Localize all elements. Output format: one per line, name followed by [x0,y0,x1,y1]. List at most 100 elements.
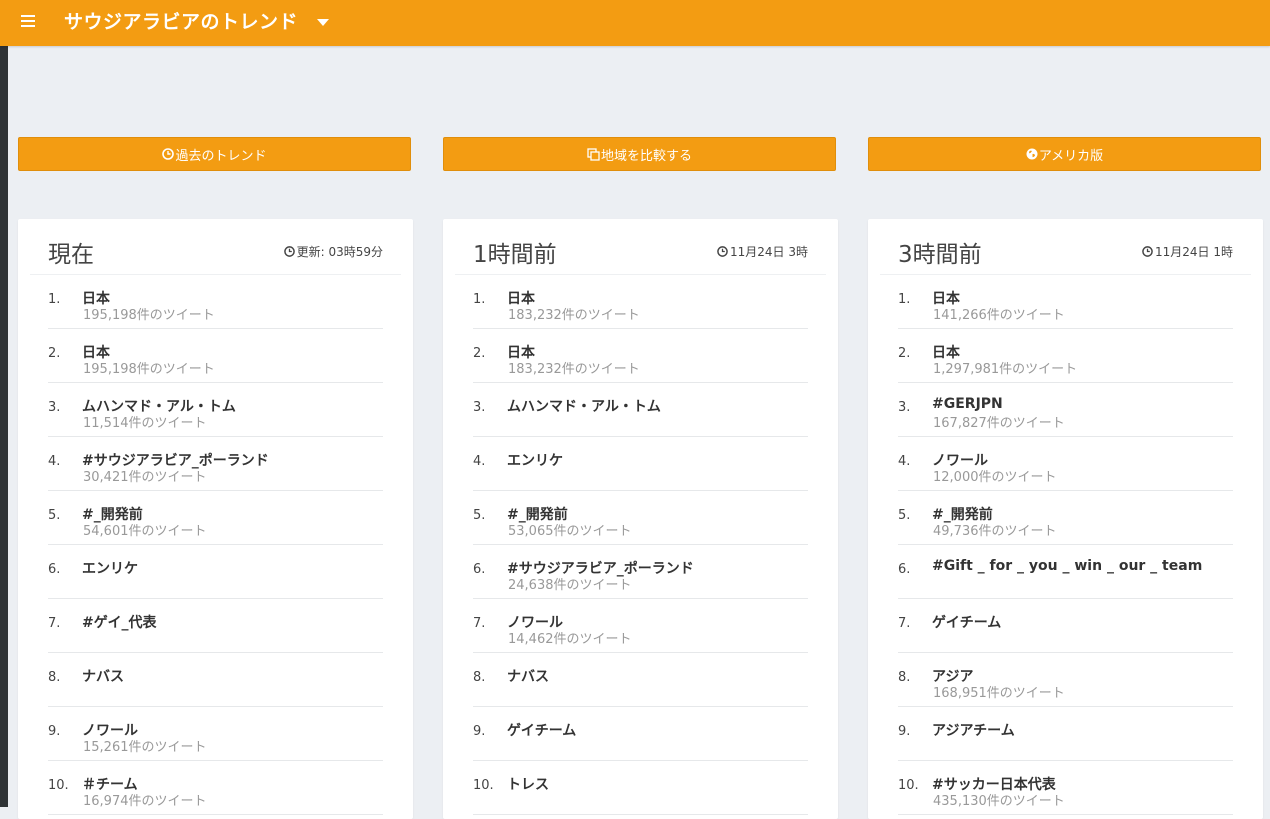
trend-rank: 6. [48,562,61,577]
trend-rank: 10. [473,778,494,793]
trend-item[interactable]: 9. ゲイチーム [473,720,808,761]
trend-item[interactable]: 2. 日本 183,232件のツイート [473,342,808,383]
panel-header: 現在 更新: 03時59分 [30,219,401,275]
us-version-label: アメリカ版 [1038,148,1104,164]
trend-name-link[interactable]: #ゲイ_代表 [82,612,156,632]
trend-rank: 1. [898,292,911,307]
trend-rank: 4. [48,454,61,469]
trend-item[interactable]: 5. #_開発前 49,736件のツイート [898,504,1233,545]
trend-name-link[interactable]: ムハンマド・アル・トム [507,396,661,416]
trend-rank: 9. [48,724,61,739]
tweet-count: 15,261件のツイート [83,740,207,755]
trend-name-link[interactable]: ゲイチーム [507,720,576,740]
trend-rank: 3. [473,400,486,415]
trend-name-link[interactable]: ナバス [82,666,124,686]
tweet-count: 435,130件のツイート [933,794,1065,809]
app-title[interactable]: サウジアラビアのトレンド [64,9,298,35]
trend-item[interactable]: 7. #ゲイ_代表 [48,612,383,653]
tweet-count: 14,462件のツイート [508,632,632,647]
panel-time-text: 11月24日 1時 [1155,245,1233,259]
panel-header: 3時間前 11月24日 1時 [880,219,1251,275]
trend-item[interactable]: 2. 日本 195,198件のツイート [48,342,383,383]
trend-item[interactable]: 9. ノワール 15,261件のツイート [48,720,383,761]
trend-item[interactable]: 6. #Gift _ for _ you _ win _ our _ team [898,558,1233,599]
trend-rank: 2. [898,346,911,361]
trend-rank: 5. [898,508,911,523]
menu-icon[interactable] [21,15,35,29]
trend-name-link[interactable]: #Gift _ for _ you _ win _ our _ team [932,558,1202,574]
trend-rank: 7. [898,616,911,631]
tweet-count: 168,951件のツイート [933,686,1065,701]
compare-regions-button[interactable]: 地域を比較する [443,137,836,171]
trend-item[interactable]: 7. ノワール 14,462件のツイート [473,612,808,653]
trend-name-link[interactable]: エンリケ [507,450,563,470]
trend-item[interactable]: 6. #サウジアラビア_ポーランド 24,638件のツイート [473,558,808,599]
past-trends-button[interactable]: 過去のトレンド [18,137,411,171]
tweet-count: 49,736件のツイート [933,524,1057,539]
trend-rank: 2. [48,346,61,361]
trend-item[interactable]: 3. ムハンマド・アル・トム [473,396,808,437]
trend-name-link[interactable]: アジアチーム [932,720,1015,740]
trend-item[interactable]: 3. #GERJPN 167,827件のツイート [898,396,1233,437]
trend-rank: 9. [473,724,486,739]
trend-rank: 6. [898,562,911,577]
tweet-count: 195,198件のツイート [83,362,215,377]
trend-name-link[interactable]: ゲイチーム [932,612,1001,632]
trend-rank: 1. [473,292,486,307]
tweet-count: 183,232件のツイート [508,362,640,377]
trend-item[interactable]: 4. ノワール 12,000件のツイート [898,450,1233,491]
tweet-count: 195,198件のツイート [83,308,215,323]
trend-item[interactable]: 10. トレス [473,774,808,815]
trend-rank: 7. [48,616,61,631]
clock-icon [162,148,175,160]
tweet-count: 24,638件のツイート [508,578,632,593]
us-version-button[interactable]: アメリカ版 [868,137,1261,171]
panel-title: 1時間前 [473,242,557,268]
panel-title: 現在 [48,242,94,268]
clock-icon [283,246,295,257]
trend-rank: 9. [898,724,911,739]
trend-rank: 2. [473,346,486,361]
trend-name-link[interactable]: #GERJPN [932,396,1003,412]
chevron-down-icon[interactable] [317,19,329,26]
trend-rank: 3. [48,400,61,415]
trend-name-link[interactable]: ナバス [507,666,549,686]
trend-rank: 6. [473,562,486,577]
trend-item[interactable]: 3. ムハンマド・アル・トム 11,514件のツイート [48,396,383,437]
panel-updated-time: 更新: 03時59分 [283,243,383,260]
panel-timestamp: 11月24日 1時 [1142,243,1233,260]
trend-item[interactable]: 10. #サッカー日本代表 435,130件のツイート [898,774,1233,815]
trend-item[interactable]: 5. #_開発前 54,601件のツイート [48,504,383,545]
trend-item[interactable]: 8. アジア 168,951件のツイート [898,666,1233,707]
trend-item[interactable]: 8. ナバス [48,666,383,707]
trend-rank: 3. [898,400,911,415]
trend-item[interactable]: 9. アジアチーム [898,720,1233,761]
trend-item[interactable]: 10. ＃チーム 16,974件のツイート [48,774,383,815]
trend-item[interactable]: 2. 日本 1,297,981件のツイート [898,342,1233,383]
trend-name-link[interactable]: エンリケ [82,558,138,578]
panel-timestamp: 11月24日 3時 [717,243,808,260]
trend-rank: 8. [898,670,911,685]
trend-item[interactable]: 1. 日本 183,232件のツイート [473,288,808,329]
tweet-count: 167,827件のツイート [933,416,1065,431]
trend-item[interactable]: 5. #_開発前 53,065件のツイート [473,504,808,545]
trend-item[interactable]: 4. #サウジアラビア_ポーランド 30,421件のツイート [48,450,383,491]
panel-current: 現在 更新: 03時59分 1. 日本 195,198件のツイート 2. 日本 195,1… [18,219,413,819]
trend-rank: 8. [473,670,486,685]
trend-item[interactable]: 7. ゲイチーム [898,612,1233,653]
clock-icon [717,246,728,257]
panel-1-hour-ago: 1時間前 11月24日 3時 1. 日本 183,232件のツイート 2. 日本 183,… [443,219,838,819]
copy-icon [587,147,600,161]
trend-item[interactable]: 1. 日本 195,198件のツイート [48,288,383,329]
trend-item[interactable]: 1. 日本 141,266件のツイート [898,288,1233,329]
tweet-count: 12,000件のツイート [933,470,1057,485]
trend-name-link[interactable]: トレス [507,774,549,794]
globe-icon [1026,148,1038,160]
tweet-count: 183,232件のツイート [508,308,640,323]
panel-3-hours-ago: 3時間前 11月24日 1時 1. 日本 141,266件のツイート 2. 日本 1,29… [868,219,1263,819]
trend-item[interactable]: 6. エンリケ [48,558,383,599]
trend-item[interactable]: 8. ナバス [473,666,808,707]
trend-item[interactable]: 4. エンリケ [473,450,808,491]
trend-rank: 1. [48,292,61,307]
app-header: サウジアラビアのトレンド [0,0,1270,46]
